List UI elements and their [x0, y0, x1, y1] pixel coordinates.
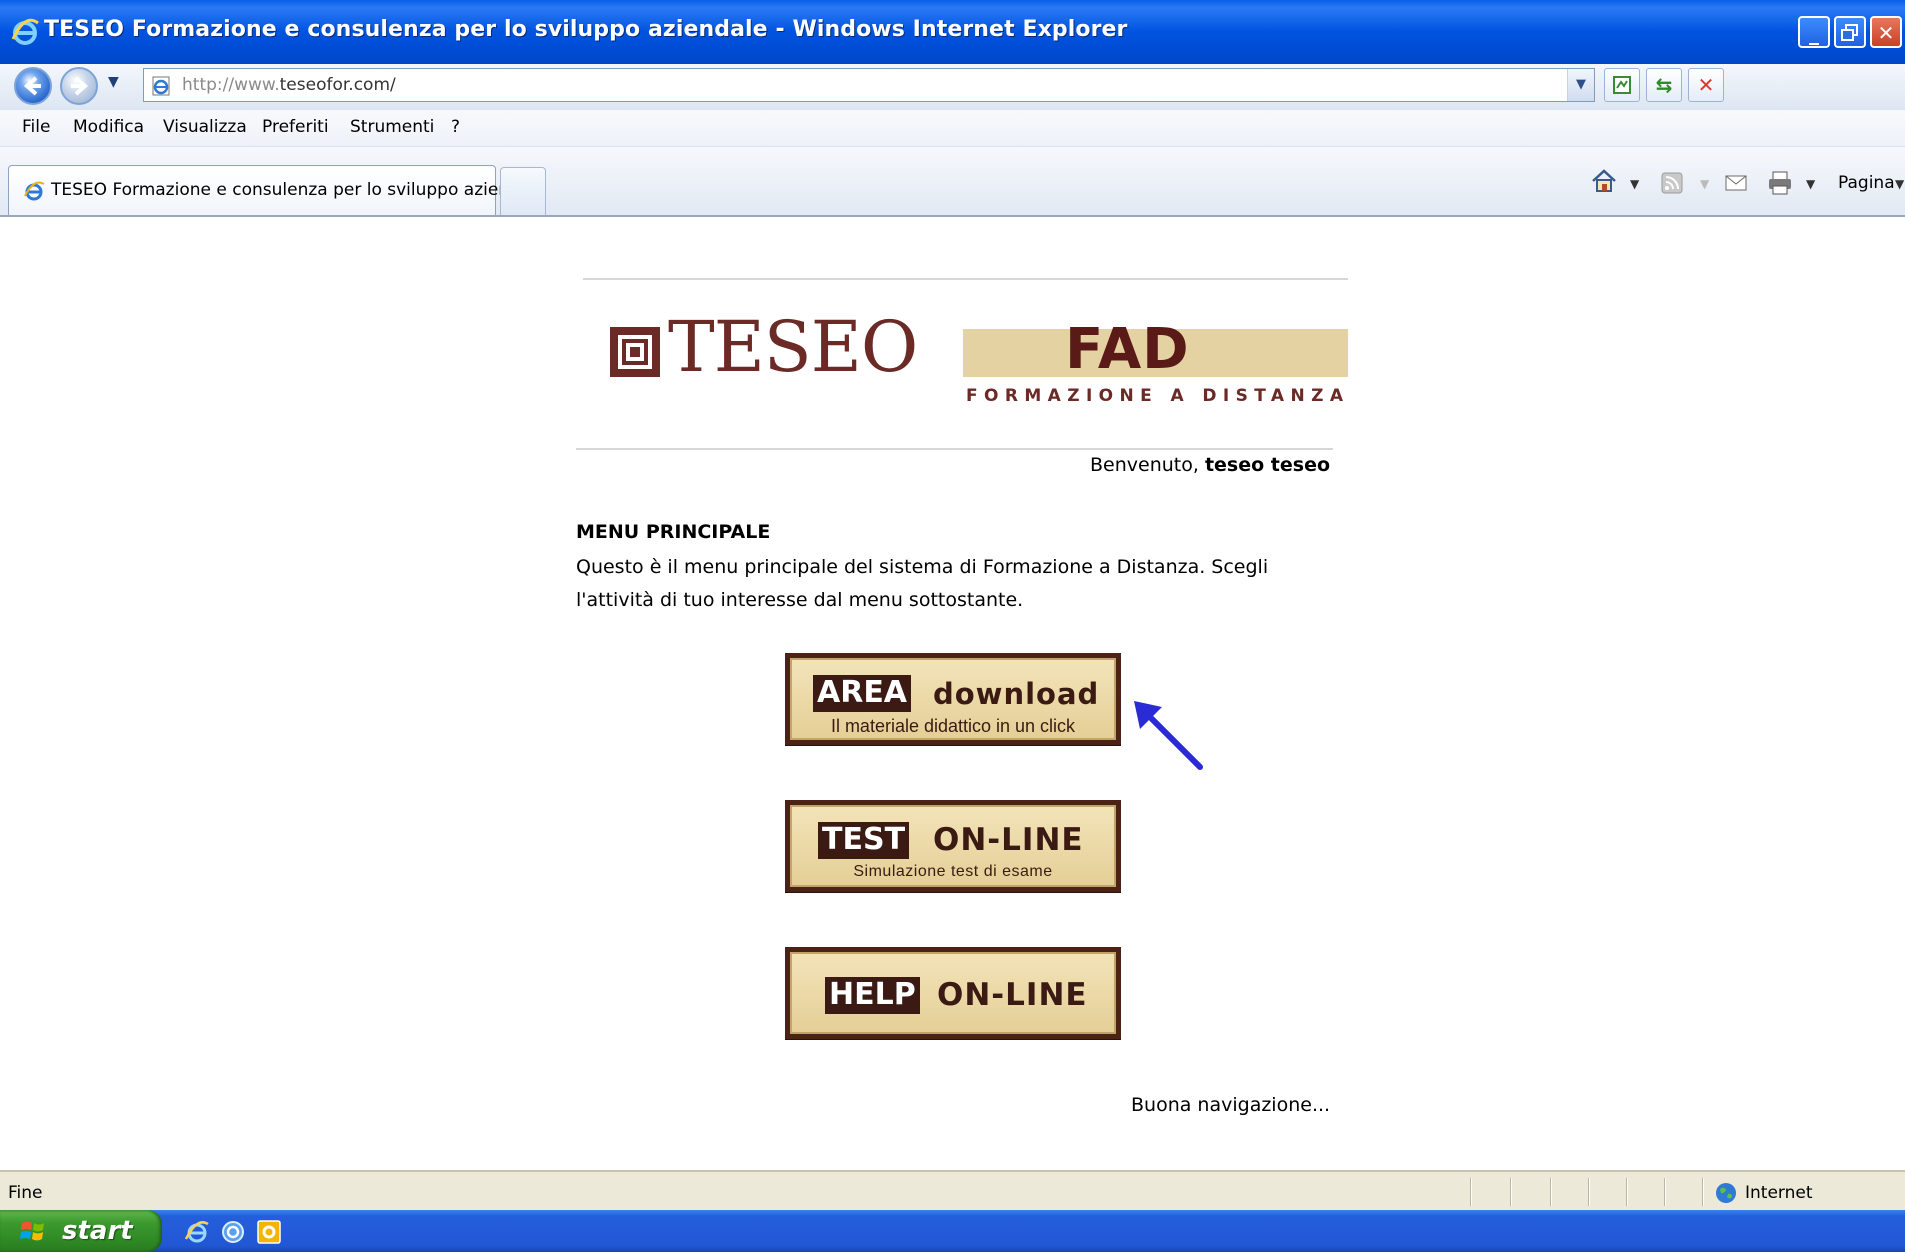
url-text: http://www.teseofor.com/ [182, 75, 396, 95]
new-tab-button[interactable] [500, 167, 546, 215]
status-bar: Fine Internet [0, 1170, 1905, 1212]
fad-title: FAD [1065, 317, 1190, 382]
feeds-icon[interactable] [1660, 171, 1684, 195]
tab-active[interactable]: TESEO Formazione e consulenza per lo svi… [8, 165, 525, 215]
minimize-button[interactable]: _ [1798, 16, 1830, 48]
compatibility-icon [1613, 76, 1631, 94]
download-caption: Il materiale didattico in un click [830, 716, 1076, 736]
taskbar: start [0, 1210, 1905, 1252]
header-divider [576, 448, 1333, 450]
forward-arrow-icon [71, 76, 89, 96]
address-row: ▼ http://www.teseofor.com/ ▼ ⇆ ✕ [0, 64, 1905, 110]
menu-file[interactable]: File [22, 117, 50, 137]
menu-description: Questo è il menu principale del sistema … [576, 556, 1269, 611]
start-button[interactable]: start [0, 1210, 162, 1252]
test-online-button[interactable]: TEST ON-LINE Simulazione test di esame [785, 800, 1121, 892]
download-label: download [933, 677, 1100, 711]
menu-preferiti[interactable]: Preferiti [262, 117, 329, 137]
address-field[interactable]: http://www.teseofor.com/ ▼ [143, 68, 1595, 102]
test-tag: TEST [818, 822, 910, 859]
forward-button[interactable] [60, 67, 98, 105]
windows-flag-icon [20, 1221, 44, 1241]
home-icon[interactable] [1590, 167, 1618, 195]
test-online-label: ON-LINE [933, 822, 1084, 858]
start-label: start [62, 1216, 133, 1246]
close-button[interactable]: ✕ [1870, 16, 1902, 48]
menu-visualizza[interactable]: Visualizza [163, 117, 247, 137]
test-caption: Simulazione test di esame [853, 863, 1053, 880]
refresh-icon: ⇆ [1655, 73, 1673, 97]
internet-globe-icon [1716, 1183, 1736, 1203]
ie-page-icon [24, 181, 45, 201]
help-tag: HELP [825, 977, 920, 1014]
help-online-label: ON-LINE [937, 977, 1088, 1013]
pointer-arrow-icon [1134, 701, 1203, 770]
stop-icon: ✕ [1697, 73, 1715, 97]
refresh-button[interactable]: ⇆ [1646, 68, 1682, 102]
mail-icon[interactable] [1724, 173, 1748, 193]
help-online-button[interactable]: HELP ON-LINE [785, 947, 1121, 1039]
status-text: Fine [8, 1183, 43, 1203]
back-arrow-icon [23, 76, 41, 96]
page-dropdown-icon[interactable]: ▼ [1895, 177, 1904, 191]
welcome-user: teseo teseo [1204, 454, 1331, 476]
menu-bar: File Modifica Visualizza Preferiti Strum… [0, 110, 1905, 147]
back-button[interactable] [14, 67, 52, 105]
page-menu-label[interactable]: Pagina [1838, 173, 1895, 193]
top-divider [583, 278, 1348, 280]
ie-logo-icon [11, 18, 39, 45]
security-zone-label[interactable]: Internet [1745, 1183, 1813, 1203]
print-dropdown-icon[interactable]: ▼ [1806, 177, 1815, 191]
window-title: TESEO Formazione e consulenza per lo svi… [44, 17, 1128, 42]
welcome-message: Benvenuto, teseo teseo [1090, 454, 1331, 476]
area-download-button[interactable]: AREA download Il materiale didattico in … [785, 653, 1121, 745]
history-dropdown-icon[interactable]: ▼ [108, 74, 119, 90]
tab-label: TESEO Formazione e consulenza per lo svi… [51, 180, 526, 200]
menu-modifica[interactable]: Modifica [73, 117, 144, 137]
restore-button[interactable] [1834, 16, 1866, 48]
address-dropdown-icon[interactable]: ▼ [1567, 69, 1594, 101]
teseo-logo-text: TESEO [668, 306, 918, 388]
minimize-icon: _ [1809, 21, 1819, 45]
menu-title: MENU PRINCIPALE [576, 521, 771, 543]
menu-strumenti[interactable]: Strumenti [350, 117, 434, 137]
home-dropdown-icon[interactable]: ▼ [1630, 177, 1639, 191]
close-icon: ✕ [1877, 21, 1895, 45]
menu-help[interactable]: ? [451, 117, 460, 137]
feeds-dropdown-icon[interactable]: ▼ [1700, 177, 1709, 191]
restore-icon [1841, 24, 1858, 41]
closing-message: Buona navigazione... [1131, 1094, 1331, 1116]
print-icon[interactable] [1766, 169, 1794, 197]
ie-quicklaunch-icon[interactable] [184, 1219, 210, 1245]
window-title-bar[interactable]: TESEO Formazione e consulenza per lo svi… [0, 0, 1905, 64]
browser-quicklaunch-icon[interactable] [220, 1219, 246, 1245]
fad-subtitle: FORMAZIONE A DISTANZA [966, 386, 1350, 406]
outlook-quicklaunch-icon[interactable] [256, 1219, 282, 1245]
stop-button[interactable]: ✕ [1688, 68, 1724, 102]
tab-bar: TESEO Formazione e consulenza per lo svi… [0, 147, 1905, 217]
compatibility-button[interactable] [1604, 68, 1640, 102]
area-tag: AREA [813, 675, 912, 712]
page-icon [152, 76, 170, 96]
teseo-logo-icon [610, 327, 660, 377]
